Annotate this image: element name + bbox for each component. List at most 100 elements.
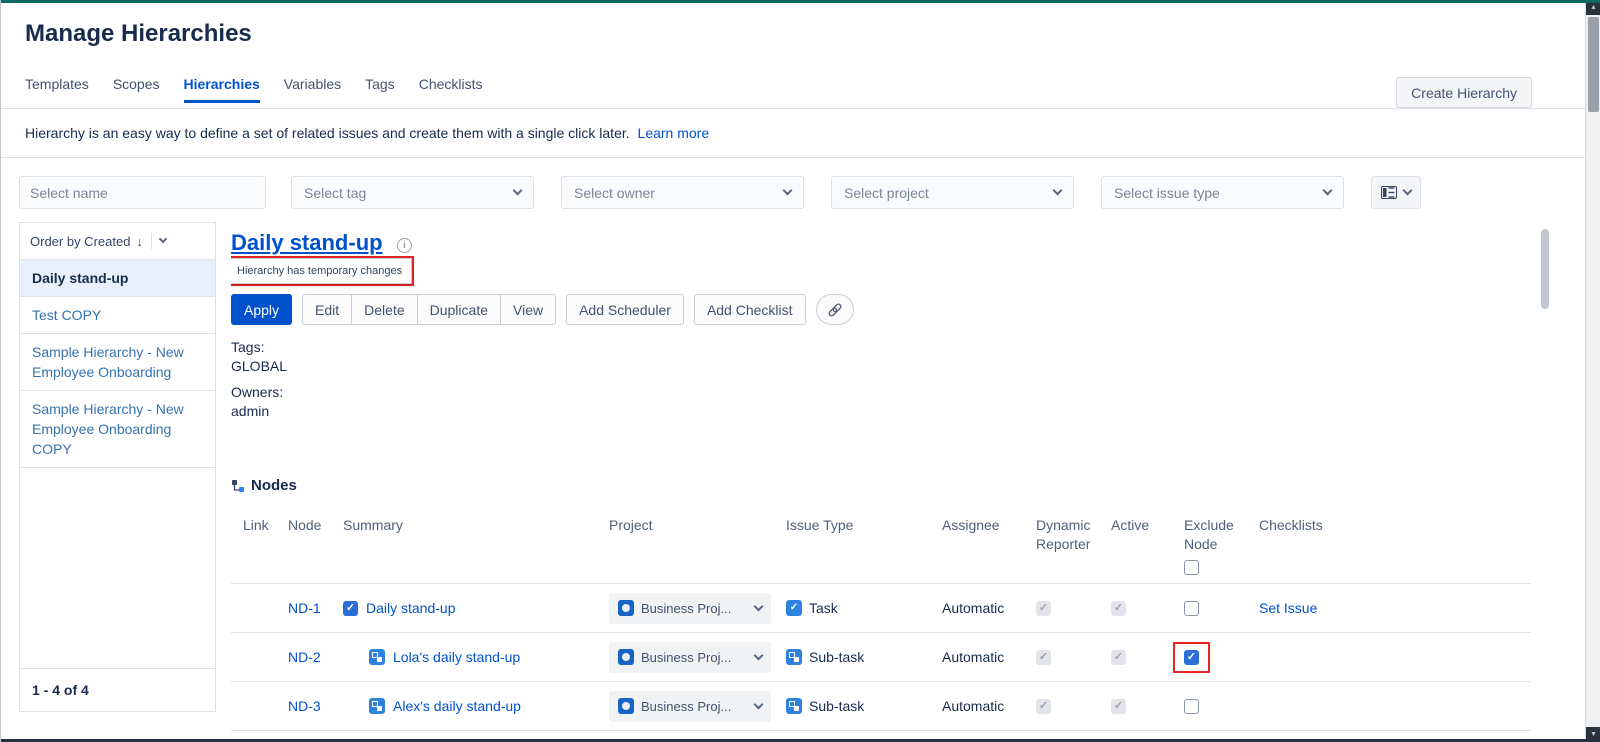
link-cell <box>231 584 276 633</box>
assignee-value: Automatic <box>930 584 1024 633</box>
project-name: Business Proj... <box>641 601 748 616</box>
page-scrollbar-thumb[interactable] <box>1588 17 1599 112</box>
add-checklist-button[interactable]: Add Checklist <box>694 294 806 325</box>
order-by-label: Order by Created <box>30 234 130 249</box>
column-header-project: Project <box>597 504 774 584</box>
node-summary-link[interactable]: Alex's daily stand-up <box>393 698 521 714</box>
view-settings-button[interactable] <box>1371 176 1421 209</box>
checklist-cell <box>1247 682 1531 731</box>
chevron-down-icon <box>754 601 764 611</box>
learn-more-link[interactable]: Learn more <box>638 125 710 141</box>
table-row-nd1: ND-1 Daily stand-up Business Proj... <box>231 584 1531 633</box>
subtask-icon <box>786 698 802 714</box>
node-summary-link[interactable]: Daily stand-up <box>366 600 456 616</box>
assignee-value: Automatic <box>930 682 1024 731</box>
active-checkbox <box>1111 699 1126 714</box>
exclude-node-checkbox[interactable] <box>1184 699 1199 714</box>
tab-bar: Templates Scopes Hierarchies Variables T… <box>25 76 483 103</box>
project-dropdown[interactable]: Business Proj... <box>609 642 771 673</box>
exclude-node-header-label: Exclude Node <box>1184 517 1234 552</box>
window-top-edge <box>1 0 1600 3</box>
project-dropdown[interactable]: Business Proj... <box>609 593 771 624</box>
view-button[interactable]: View <box>500 294 556 325</box>
subtask-icon <box>369 649 385 665</box>
sidebar-item-daily-stand-up[interactable]: Daily stand-up <box>20 260 215 297</box>
project-name: Business Proj... <box>641 650 748 665</box>
duplicate-button[interactable]: Duplicate <box>417 294 501 325</box>
hierarchy-detail-panel: Daily stand-up i Hierarchy has temporary… <box>231 222 1537 742</box>
table-header-row: Link Node Summary Project Issue Type Ass… <box>231 504 1531 584</box>
project-dropdown[interactable]: Business Proj... <box>609 691 771 722</box>
tab-templates[interactable]: Templates <box>25 76 89 103</box>
content-scrollbar[interactable] <box>1539 224 1551 727</box>
info-icon[interactable]: i <box>397 238 412 253</box>
checklist-cell <box>1247 633 1531 682</box>
node-key-link[interactable]: ND-2 <box>288 649 321 665</box>
manage-hierarchies-page: Manage Hierarchies Templates Scopes Hier… <box>0 0 1600 742</box>
tab-scopes[interactable]: Scopes <box>113 76 160 103</box>
temporary-changes-tooltip: Hierarchy has temporary changes <box>231 258 412 284</box>
exclude-all-checkbox[interactable] <box>1184 560 1199 575</box>
columns-icon <box>1381 186 1397 199</box>
column-header-active: Active <box>1099 504 1172 584</box>
sidebar-item-sample-onboarding-copy[interactable]: Sample Hierarchy - New Employee Onboardi… <box>20 391 215 468</box>
sidebar-spacer <box>20 468 215 668</box>
content-scrollbar-thumb[interactable] <box>1541 229 1549 309</box>
task-icon <box>786 600 802 616</box>
issue-type-label: Task <box>809 600 838 616</box>
hierarchy-title-link[interactable]: Daily stand-up <box>231 230 383 256</box>
dynamic-reporter-checkbox <box>1036 699 1051 714</box>
active-checkbox <box>1111 650 1126 665</box>
header-divider <box>1 108 1586 109</box>
link-cell <box>231 633 276 682</box>
owner-filter-select[interactable]: Select owner <box>561 176 804 209</box>
assignee-value: Automatic <box>930 633 1024 682</box>
name-filter-input[interactable] <box>19 176 266 209</box>
column-header-dynamic-reporter: Dynamic Reporter <box>1024 504 1099 584</box>
node-key-link[interactable]: ND-3 <box>288 698 321 714</box>
column-header-link: Link <box>231 504 276 584</box>
issue-type-label: Sub-task <box>809 698 864 714</box>
issue-type-filter-select[interactable]: Select issue type <box>1101 176 1344 209</box>
tab-hierarchies[interactable]: Hierarchies <box>184 76 260 103</box>
pagination: 1 - 4 of 4 <box>20 668 215 711</box>
add-scheduler-button[interactable]: Add Scheduler <box>566 294 684 325</box>
apply-button[interactable]: Apply <box>231 294 292 325</box>
tab-tags[interactable]: Tags <box>365 76 395 103</box>
tab-variables[interactable]: Variables <box>284 76 341 103</box>
order-by-control[interactable]: Order by Created ↓ <box>20 223 215 260</box>
create-hierarchy-button[interactable]: Create Hierarchy <box>1396 77 1532 108</box>
column-header-exclude-node: Exclude Node <box>1172 504 1247 584</box>
exclude-node-checkbox[interactable] <box>1184 601 1199 616</box>
sidebar-item-test-copy[interactable]: Test COPY <box>20 297 215 334</box>
node-select-checkbox[interactable] <box>343 601 358 616</box>
owners-label: Owners: <box>231 383 287 402</box>
sidebar-item-sample-onboarding[interactable]: Sample Hierarchy - New Employee Onboardi… <box>20 334 215 391</box>
edit-button[interactable]: Edit <box>302 294 352 325</box>
delete-button[interactable]: Delete <box>351 294 417 325</box>
chevron-down-icon <box>1403 186 1413 196</box>
chevron-down-icon <box>513 186 523 196</box>
project-filter-select[interactable]: Select project <box>831 176 1074 209</box>
project-avatar-icon <box>618 698 634 714</box>
hierarchy-icon <box>231 479 245 493</box>
chevron-down-icon <box>783 186 793 196</box>
subtask-icon <box>786 649 802 665</box>
column-header-issue-type: Issue Type <box>774 504 930 584</box>
exclude-node-checkbox[interactable] <box>1184 650 1199 665</box>
meta-block: Tags: GLOBAL Owners: admin <box>231 338 287 421</box>
project-filter-placeholder: Select project <box>844 185 929 201</box>
tag-filter-select[interactable]: Select tag <box>291 176 534 209</box>
set-issue-link[interactable]: Set Issue <box>1259 600 1317 616</box>
tab-checklists[interactable]: Checklists <box>419 76 483 103</box>
page-scrollbar[interactable]: ▲ ▼ <box>1585 0 1600 742</box>
link-cell <box>231 682 276 731</box>
subtask-icon <box>369 698 385 714</box>
node-summary-link[interactable]: Lola's daily stand-up <box>393 649 520 665</box>
node-key-link[interactable]: ND-1 <box>288 600 321 616</box>
column-header-node: Node <box>276 504 331 584</box>
project-name: Business Proj... <box>641 699 748 714</box>
copy-link-button[interactable] <box>816 294 854 325</box>
highlight-annotation <box>1173 642 1210 673</box>
sort-divider <box>151 233 152 249</box>
